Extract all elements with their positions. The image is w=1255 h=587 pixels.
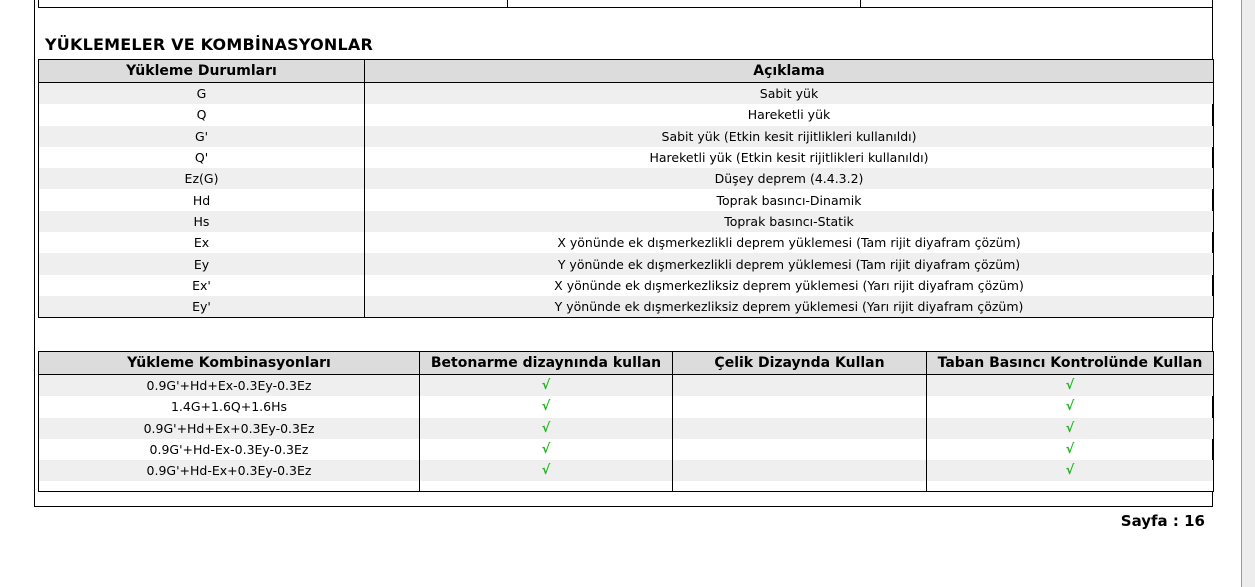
description-cell: Hareketli yük (Etkin kesit rijitlikleri … xyxy=(364,146,1214,169)
base-pressure-cell: √ xyxy=(926,438,1214,461)
table-row: Ey Y yönünde ek dışmerkezlikli deprem yük… xyxy=(38,253,1214,275)
load-case-cell: Q xyxy=(38,104,365,126)
combos-header-row: Yükleme Kombinasyonları Betonarme dizayn… xyxy=(38,351,1214,375)
load-case-cell: Ey' xyxy=(38,295,365,319)
concrete-design-cell: √ xyxy=(419,438,673,461)
combination-cell: 0.9G'+Hd-Ex+0.3Ey-0.3Ez xyxy=(38,460,420,482)
load-case-cell: G' xyxy=(38,125,365,147)
table-row: Ex X yönünde ek dışmerkezlikli deprem yük… xyxy=(38,232,1214,254)
steel-design-cell xyxy=(672,460,927,482)
table-row: G Sabit yük xyxy=(38,82,1214,105)
load-cases-header-row: Yükleme Durumları Açıklama xyxy=(38,59,1214,83)
load-cases-table: Yükleme Durumları Açıklama G Sabit yük Q Ha… xyxy=(38,59,1214,319)
steel-design-cell xyxy=(672,374,927,397)
table-spacer-row xyxy=(38,481,1214,493)
base-pressure-cell: √ xyxy=(926,374,1214,397)
table-row: 0.9G'+Hd-Ex-0.3Ey-0.3Ez √ √ xyxy=(38,438,1214,461)
combination-cell: 0.9G'+Hd+Ex+0.3Ey-0.3Ez xyxy=(38,417,420,439)
load-case-cell: Ex' xyxy=(38,274,365,296)
steel-design-cell xyxy=(672,417,927,439)
page-number: Sayfa : 16 xyxy=(1120,512,1205,530)
table-row: 0.9G'+Hd-Ex+0.3Ey-0.3Ez √ √ xyxy=(38,460,1214,482)
spacer-cell xyxy=(672,481,927,493)
scrollbar-track[interactable] xyxy=(1242,0,1255,587)
spacer-cell xyxy=(926,481,1214,493)
table-row: Hs Toprak basıncı-Statik xyxy=(38,210,1214,233)
table-row: Q Hareketli yük xyxy=(38,104,1214,126)
steel-design-cell xyxy=(672,396,927,418)
description-cell: Y yönünde ek dışmerkezlikli deprem yükle… xyxy=(364,253,1214,275)
table-row: Ez(G) Düşey deprem (4.4.3.2) xyxy=(38,168,1214,190)
header-load-case: Yükleme Durumları xyxy=(38,59,365,83)
steel-design-cell xyxy=(672,438,927,461)
header-combination: Yükleme Kombinasyonları xyxy=(38,351,420,375)
concrete-design-cell: √ xyxy=(419,396,673,418)
load-case-cell: Ex xyxy=(38,232,365,254)
description-cell: Y yönünde ek dışmerkezliksiz deprem yükl… xyxy=(364,295,1214,319)
table-row: 0.9G'+Hd+Ex+0.3Ey-0.3Ez √ √ xyxy=(38,417,1214,439)
combination-cell: 0.9G'+Hd+Ex-0.3Ey-0.3Ez xyxy=(38,374,420,397)
base-pressure-cell: √ xyxy=(926,417,1214,439)
base-pressure-cell: √ xyxy=(926,396,1214,418)
description-cell: Sabit yük xyxy=(364,82,1214,105)
load-case-cell: Ey xyxy=(38,253,365,275)
description-cell: Sabit yük (Etkin kesit rijitlikleri kull… xyxy=(364,125,1214,147)
load-case-cell: Ez(G) xyxy=(38,168,365,190)
load-combinations-table: Yükleme Kombinasyonları Betonarme dizayn… xyxy=(38,351,1214,493)
concrete-design-cell: √ xyxy=(419,417,673,439)
header-description: Açıklama xyxy=(364,59,1214,83)
description-cell: Toprak basıncı-Dinamik xyxy=(364,189,1214,211)
spacer-cell xyxy=(419,481,673,493)
table-row: 1.4G+1.6Q+1.6Hs √ √ xyxy=(38,396,1214,418)
load-case-cell: G xyxy=(38,82,365,105)
concrete-design-cell: √ xyxy=(419,374,673,397)
description-cell: Hareketli yük xyxy=(364,104,1214,126)
load-case-cell: Hd xyxy=(38,189,365,211)
table-row: Ey' Y yönünde ek dışmerkezliksiz deprem y… xyxy=(38,295,1214,319)
combination-cell: 0.9G'+Hd-Ex-0.3Ey-0.3Ez xyxy=(38,438,420,461)
spacer-cell xyxy=(38,481,420,493)
table-row: Ex' X yönünde ek dışmerkezliksiz deprem y… xyxy=(38,274,1214,296)
header-steel-design: Çelik Dizaynda Kullan xyxy=(672,351,927,375)
table-row: Hd Toprak basıncı-Dinamik xyxy=(38,189,1214,211)
table-row: Q' Hareketli yük (Etkin kesit rijitlikler… xyxy=(38,146,1214,169)
description-cell: Düşey deprem (4.4.3.2) xyxy=(364,168,1214,190)
load-case-cell: Hs xyxy=(38,210,365,233)
base-pressure-cell: √ xyxy=(926,460,1214,482)
load-case-cell: Q' xyxy=(38,146,365,169)
description-cell: X yönünde ek dışmerkezliksiz deprem yükl… xyxy=(364,274,1214,296)
concrete-design-cell: √ xyxy=(419,460,673,482)
table-row: G' Sabit yük (Etkin kesit rijitlikleri ku… xyxy=(38,125,1214,147)
section-title: YÜKLEMELER VE KOMBİNASYONLAR xyxy=(45,35,374,54)
header-concrete-design: Betonarme dizaynında kullan xyxy=(419,351,673,375)
description-cell: Toprak basıncı-Statik xyxy=(364,210,1214,233)
combination-cell: 1.4G+1.6Q+1.6Hs xyxy=(38,396,420,418)
header-base-pressure: Taban Basıncı Kontrolünde Kullan xyxy=(926,351,1214,375)
table-row: 0.9G'+Hd+Ex-0.3Ey-0.3Ez √ √ xyxy=(38,374,1214,397)
description-cell: X yönünde ek dışmerkezlikli deprem yükle… xyxy=(364,232,1214,254)
previous-table-cutoff xyxy=(38,0,1213,8)
